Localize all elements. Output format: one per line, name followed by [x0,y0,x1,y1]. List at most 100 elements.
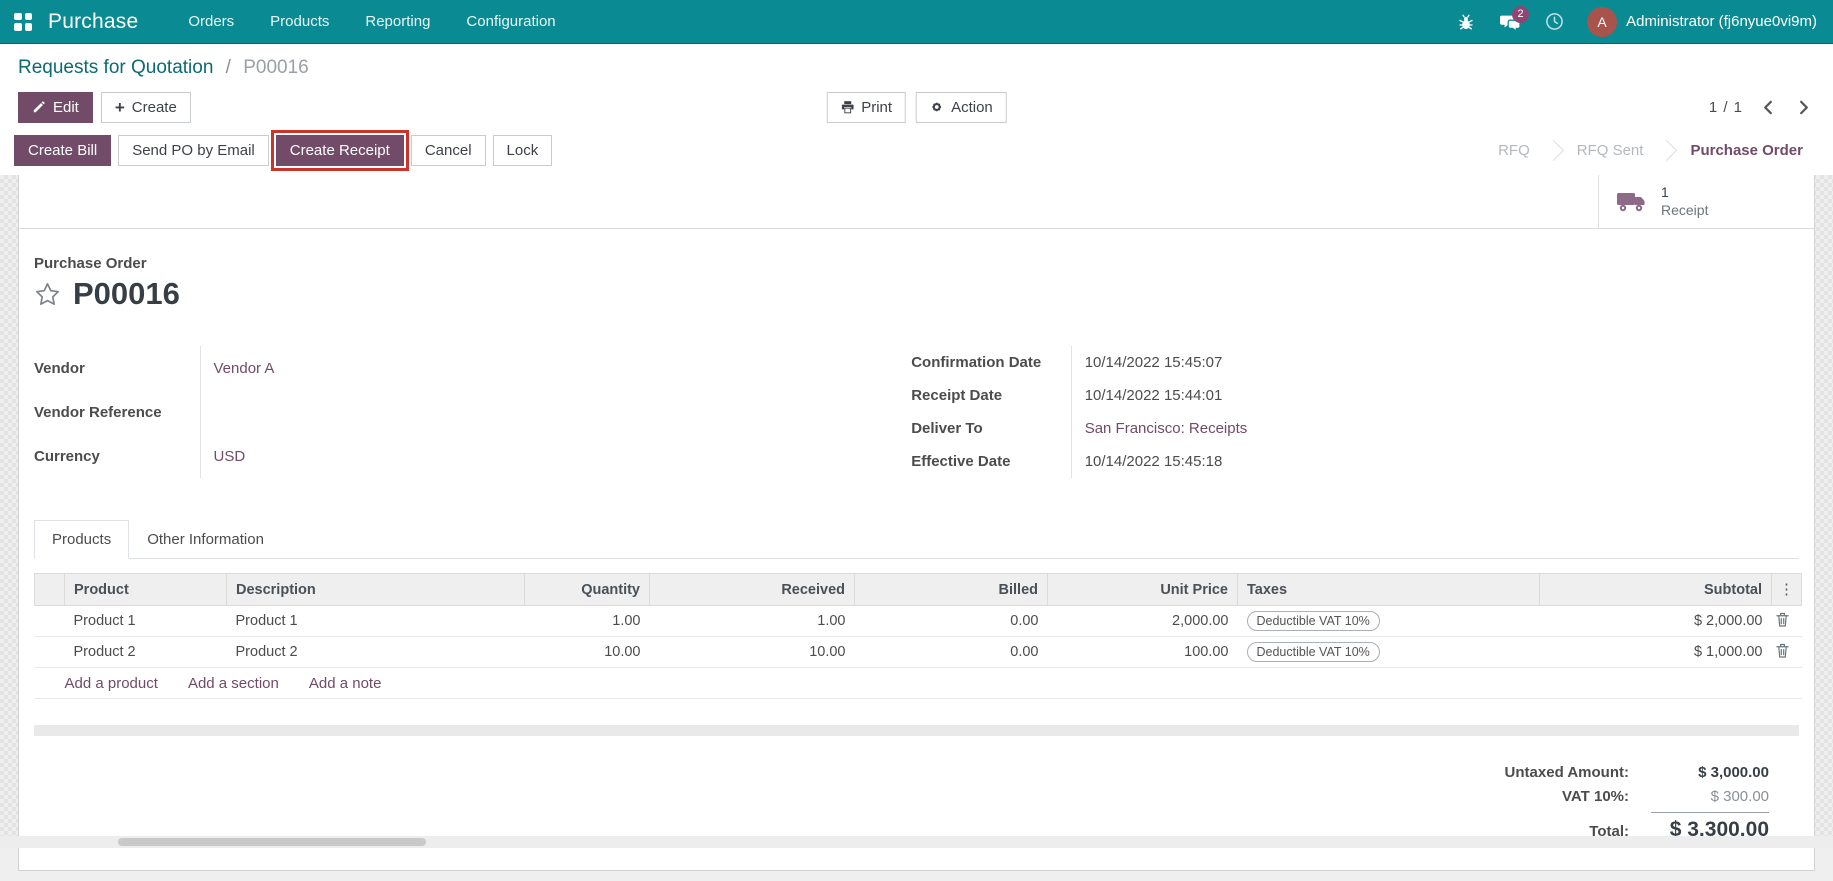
favorite-star-icon[interactable] [34,281,61,308]
messages-icon[interactable]: 2 [1493,5,1530,39]
field-groups: Vendor Vendor A Vendor Reference Currenc… [34,346,1799,478]
cell-received: 10.00 [649,636,855,668]
doc-type-label: Purchase Order [34,255,147,272]
deliver-to-value-link[interactable]: San Francisco: Receipts [1070,412,1789,445]
top-navbar: Purchase Orders Products Reporting Confi… [0,0,1833,44]
cell-unit-price: 2,000.00 [1047,605,1238,637]
horizontal-scrollbar-track [0,836,1833,848]
handle-column-header [34,573,65,606]
edit-button[interactable]: Edit [18,91,93,123]
cell-billed: 0.00 [854,636,1048,668]
order-lines-table: Product Description Quantity Received Bi… [34,573,1802,699]
activities-clock-icon[interactable] [1537,5,1571,39]
effective-date-value: 10/14/2022 15:45:18 [1070,445,1789,478]
user-menu[interactable]: A Administrator (fj6nyue0vi9m) [1587,6,1817,37]
gear-icon [930,100,944,114]
receipt-count: 1 [1661,184,1669,200]
print-button[interactable]: Print [826,91,907,123]
cancel-button[interactable]: Cancel [410,134,486,166]
pager-count: 1 / 1 [1708,98,1743,116]
add-a-note-link[interactable]: Add a note [309,675,382,692]
state-rfq[interactable]: RFQ [1478,142,1550,159]
state-rfq-sent[interactable]: RFQ Sent [1557,142,1664,159]
receipt-label: Receipt [1661,201,1709,218]
create-button-label: Create [131,98,177,116]
apps-grid-icon[interactable] [14,12,32,31]
messages-count-badge: 2 [1512,5,1530,23]
add-a-product-link[interactable]: Add a product [65,675,158,692]
vendor-label: Vendor [34,359,85,377]
button-box: 1 Receipt [19,175,1814,229]
cell-product: Product 1 [64,605,227,637]
list-resize-handle[interactable] [34,725,1799,736]
menu-configuration[interactable]: Configuration [450,1,571,42]
cell-quantity: 1.00 [524,605,650,637]
create-bill-button[interactable]: Create Bill [14,134,112,166]
delete-line-trash-icon[interactable] [1775,643,1789,658]
confirmation-date-label: Confirmation Date [911,354,1042,371]
optional-columns-icon[interactable]: ⋮ [1779,582,1794,597]
column-header-quantity: Quantity [524,573,650,606]
currency-label: Currency [34,447,100,465]
add-a-section-link[interactable]: Add a section [188,675,279,692]
column-header-taxes: Taxes [1237,573,1540,606]
cell-billed: 0.00 [854,605,1048,637]
menu-reporting[interactable]: Reporting [349,1,446,42]
status-pipeline: RFQ RFQ Sent Purchase Order [1478,139,1823,161]
pager-previous-icon[interactable] [1757,96,1779,119]
column-header-description: Description [226,573,525,606]
horizontal-scrollbar-thumb[interactable] [118,838,426,846]
menu-orders[interactable]: Orders [172,1,250,42]
effective-date-label: Effective Date [911,453,1011,470]
column-header-product: Product [64,573,227,606]
breadcrumb-separator: / [225,57,231,78]
page-title: P00016 [73,276,180,311]
untaxed-amount-label: Untaxed Amount: [1504,764,1629,781]
breadcrumb-parent-link[interactable]: Requests for Quotation [18,57,213,78]
vendor-value-link[interactable]: Vendor A [199,346,912,390]
totals-summary: Untaxed Amount: $ 3,000.00 VAT 10%: $ 30… [1505,764,1769,842]
state-purchase-order[interactable]: Purchase Order [1670,142,1823,159]
column-header-subtotal: Subtotal [1539,573,1772,606]
cell-product: Product 2 [64,636,227,668]
send-po-by-email-button[interactable]: Send PO by Email [118,134,269,166]
tab-other-information[interactable]: Other Information [129,520,282,559]
systray: 2 A Administrator (fj6nyue0vi9m) [1449,5,1817,39]
currency-value-link[interactable]: USD [199,434,912,478]
table-row[interactable]: Product 2 Product 2 10.00 10.00 0.00 100… [34,636,1802,668]
tax-badge: Deductible VAT 10% [1246,642,1380,662]
breadcrumb-current: P00016 [243,57,309,78]
vat-label: VAT 10%: [1562,788,1629,805]
print-button-label: Print [861,98,893,116]
breadcrumb: Requests for Quotation / P00016 [0,44,1833,83]
control-panel: Requests for Quotation / P00016 Edit + C… [0,44,1833,175]
plus-icon: + [114,97,125,117]
tab-products[interactable]: Products [34,520,130,559]
edit-button-label: Edit [53,98,79,116]
table-row[interactable]: Product 1 Product 1 1.00 1.00 0.00 2,000… [34,605,1802,637]
debug-bug-icon[interactable] [1449,5,1483,39]
cell-unit-price: 100.00 [1047,636,1238,668]
cell-quantity: 10.00 [524,636,650,668]
pager-next-icon[interactable] [1793,96,1815,119]
column-header-unit-price: Unit Price [1047,573,1238,606]
action-button[interactable]: Action [916,91,1007,123]
create-button[interactable]: + Create [100,91,191,123]
delete-line-trash-icon[interactable] [1775,612,1789,627]
action-button-label: Action [951,98,993,116]
notebook-tabs: Products Other Information [34,520,1799,559]
cell-description: Product 2 [226,636,525,668]
column-header-received: Received [649,573,855,606]
vendor-reference-label: Vendor Reference [34,403,162,421]
lock-button[interactable]: Lock [492,134,553,166]
truck-icon [1617,190,1647,214]
vat-value: $ 300.00 [1710,788,1769,805]
create-receipt-button[interactable]: Create Receipt [270,129,409,171]
cell-received: 1.00 [649,605,855,637]
receipt-smart-button[interactable]: 1 Receipt [1598,175,1814,228]
app-name[interactable]: Purchase [48,10,138,34]
menu-products[interactable]: Products [254,1,345,42]
confirmation-date-value: 10/14/2022 15:45:07 [1070,346,1789,379]
statusbar-row: Create Bill Send PO by Email Create Rece… [0,129,1833,175]
untaxed-amount-value: $ 3,000.00 [1698,764,1769,781]
